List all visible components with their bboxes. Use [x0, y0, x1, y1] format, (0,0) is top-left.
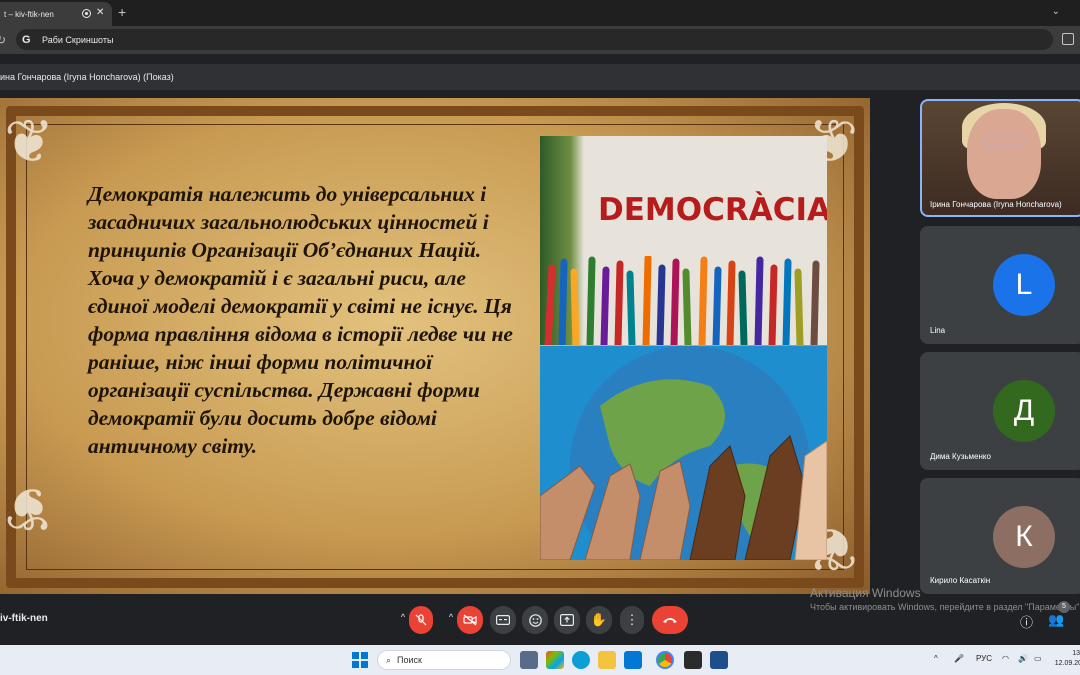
chrome-icon[interactable]	[656, 651, 674, 669]
democracy-image: DEMOCRÀCIA	[540, 136, 827, 345]
mic-off-button[interactable]	[409, 606, 433, 634]
address-bar-row: ↻ G Раби Скриншоты	[0, 26, 1080, 54]
clock-date: 12.09.20	[1054, 660, 1080, 667]
raise-hand-button[interactable]: ✋	[586, 606, 612, 634]
taskbar-search-placeholder: Поиск	[397, 655, 422, 665]
wifi-icon[interactable]: ◠	[1002, 654, 1009, 663]
participant-tile[interactable]: Д Дима Кузьменко	[920, 352, 1080, 470]
democracy-word: DEMOCRÀCIA	[598, 192, 827, 228]
presentation-header: ина Гончарова (Iryna Honcharova) (Показ)	[0, 64, 1080, 90]
mic-off-icon	[415, 614, 427, 626]
participant-name: Кирило Касаткін	[930, 576, 991, 585]
participant-video-face	[967, 109, 1041, 199]
new-tab-button[interactable]: +	[118, 4, 126, 20]
task-view-icon[interactable]	[520, 651, 538, 669]
edge-icon[interactable]	[572, 651, 590, 669]
globe-hands-image	[540, 346, 827, 560]
separator	[0, 54, 1080, 64]
camera-off-icon	[463, 614, 477, 626]
recording-icon	[82, 9, 91, 18]
tab-close-icon[interactable]: ✕	[96, 7, 104, 18]
participant-name: Lina	[930, 326, 946, 335]
taskbar-clock[interactable]: 13: 12.09.20	[1052, 649, 1080, 669]
tab-search-chevron-icon[interactable]: ⌄	[1052, 6, 1060, 17]
windows-taskbar	[0, 645, 1080, 675]
more-options-button[interactable]: ⋮	[620, 606, 644, 634]
ornament-top-left-icon: ❦	[4, 107, 55, 177]
meeting-info-icon[interactable]: ⓘ	[1020, 612, 1033, 631]
slide-paragraph-1: Демократія належить до універсальних і з…	[88, 182, 489, 262]
search-icon: ⌕	[386, 654, 392, 665]
ornament-bottom-left-icon: ❦	[4, 473, 55, 543]
browser-tab[interactable]: t – kiv-ftik-nen ✕	[0, 2, 112, 26]
end-call-icon	[663, 618, 677, 623]
slide-text: Демократія належить до універсальних і з…	[68, 180, 528, 460]
slide-paragraph-2: Хоча у демократій і є загальні риси, але…	[88, 266, 513, 458]
store-icon[interactable]	[710, 651, 728, 669]
participant-name: Дима Кузьменко	[930, 452, 991, 461]
avatar: Д	[993, 380, 1055, 442]
slide: ❦ ❦ ❦ ❦ Демократія належить до універсал…	[0, 98, 870, 594]
raised-hands-illustration	[544, 256, 820, 345]
browser-tab-strip: t – kiv-ftik-nen ✕ + ⌄	[0, 0, 1080, 26]
reload-icon[interactable]: ↻	[0, 33, 6, 47]
participant-tile[interactable]: К Кирило Касаткін	[920, 478, 1080, 594]
battery-icon[interactable]: ▭	[1034, 654, 1042, 663]
microphone-icon[interactable]: 🎤	[954, 654, 964, 663]
people-icon[interactable]: 👥	[1048, 612, 1064, 628]
meeting-code: iv-ftik-nen	[0, 613, 48, 624]
present-icon	[560, 614, 574, 626]
shared-screen: ❦ ❦ ❦ ❦ Демократія належить до універсал…	[0, 98, 870, 594]
avatar: L	[993, 254, 1055, 316]
omnibox[interactable]: G Раби Скриншоты	[16, 29, 1053, 50]
extensions-icon[interactable]	[1062, 33, 1074, 45]
google-icon: G	[22, 33, 31, 46]
windows-activation-title: Активация Windows	[810, 586, 921, 600]
participant-video-glasses	[982, 135, 1026, 147]
participant-name: Ірина Гончарова (Iryna Honcharova)	[930, 200, 1062, 209]
widgets-icon[interactable]	[546, 651, 564, 669]
participant-tile[interactable]: L Lina	[920, 226, 1080, 344]
captions-icon	[496, 615, 510, 625]
hand-icon: ✋	[590, 612, 608, 627]
taskbar-search[interactable]: ⌕ Поиск	[377, 650, 511, 670]
camera-off-button[interactable]	[457, 606, 483, 634]
windows-start-icon[interactable]	[352, 652, 368, 668]
outlook-icon[interactable]	[624, 651, 642, 669]
reactions-button[interactable]	[522, 606, 548, 634]
clock-time: 13:	[1072, 650, 1080, 657]
participant-count-badge: 5	[1058, 601, 1070, 613]
leave-call-button[interactable]	[652, 606, 688, 634]
emoji-icon	[528, 613, 542, 627]
present-screen-button[interactable]	[554, 606, 580, 634]
avatar: К	[993, 506, 1055, 568]
omnibox-text: Раби Скриншоты	[42, 34, 114, 45]
participant-tile-self[interactable]: Ірина Гончарова (Iryna Honcharova)	[920, 99, 1080, 217]
globe-illustration	[540, 346, 827, 560]
presenter-label: ина Гончарова (Iryna Honcharova) (Показ)	[0, 72, 174, 82]
tab-title: t – kiv-ftik-nen	[4, 9, 54, 19]
volume-icon[interactable]: 🔊	[1018, 654, 1028, 663]
windows-activation-subtitle: Чтобы активировать Windows, перейдите в …	[810, 602, 1080, 612]
language-indicator[interactable]: РУС	[976, 654, 992, 663]
app-icon[interactable]	[684, 651, 702, 669]
captions-button[interactable]	[490, 606, 516, 634]
file-explorer-icon[interactable]	[598, 651, 616, 669]
more-vert-icon: ⋮	[625, 612, 639, 627]
show-hidden-icons-chevron-icon[interactable]: ^	[934, 654, 938, 663]
